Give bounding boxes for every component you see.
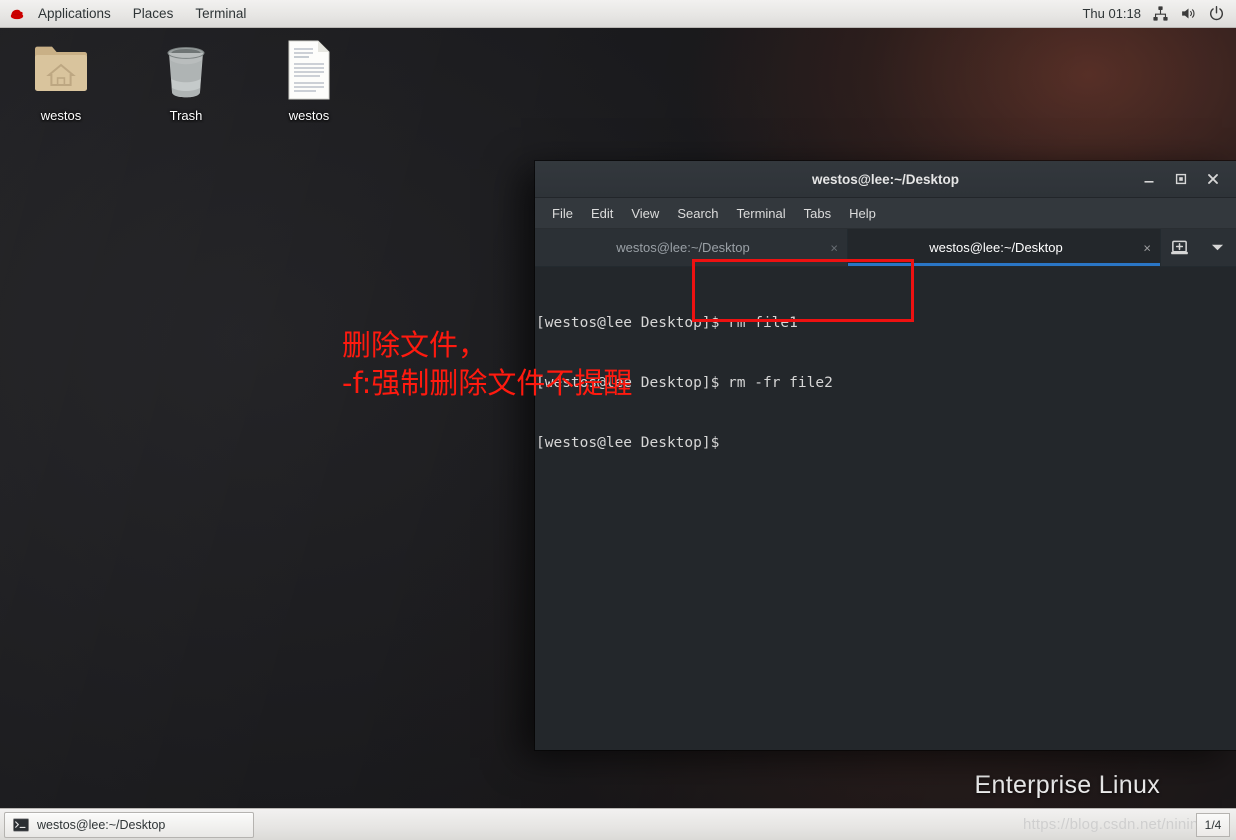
terminal-tab-label: westos@lee:~/Desktop [616,240,750,255]
top-panel: Applications Places Terminal Thu 01:18 [0,0,1236,28]
text-document-icon [261,36,357,104]
term-menu-help[interactable]: Help [840,198,885,229]
desktop-icon-label: westos [40,108,82,123]
redhat-logo-icon[interactable] [8,5,26,23]
terminal-output: [westos@lee Desktop]$ rm file1 [westos@l… [535,273,1228,493]
desktop-root: Enterprise Linux Applications Places Ter… [0,0,1236,840]
home-folder-icon [13,36,109,104]
tab-close-icon[interactable]: × [1143,241,1151,254]
terminal-body[interactable]: [westos@lee Desktop]$ rm file1 [westos@l… [535,267,1236,750]
panel-menu-terminal[interactable]: Terminal [184,0,257,28]
minimize-button[interactable] [1140,170,1158,188]
taskbar: westos@lee:~/Desktop https://blog.csdn.n… [0,808,1236,840]
maximize-button[interactable] [1172,170,1190,188]
terminal-line: [westos@lee Desktop]$ rm -fr file2 [536,375,833,391]
term-menu-search[interactable]: Search [668,198,727,229]
network-icon[interactable] [1152,5,1169,22]
taskbar-right-area: https://blog.csdn.net/ninini 1/4 [1023,812,1236,837]
workspace-switcher[interactable]: 1/4 [1196,812,1230,837]
taskbar-window-button[interactable]: westos@lee:~/Desktop [4,811,254,838]
terminal-icon [13,817,29,832]
desktop-icon-westos-document[interactable]: westos [261,36,357,123]
volume-icon[interactable] [1180,5,1197,22]
desktop-icon-label: Trash [169,108,203,123]
tab-close-icon[interactable]: × [830,241,838,254]
term-menu-edit[interactable]: Edit [582,198,622,229]
terminal-line: [westos@lee Desktop]$ rm file1 [536,315,798,331]
trash-icon [138,36,234,104]
term-menu-file[interactable]: File [543,198,582,229]
desktop-icon-trash[interactable]: Trash [138,36,234,123]
taskbar-window-label: westos@lee:~/Desktop [37,817,166,832]
watermark-text: https://blog.csdn.net/ninini [1022,815,1202,833]
term-menu-view[interactable]: View [622,198,668,229]
power-icon[interactable] [1208,5,1225,22]
chevron-down-icon[interactable] [1198,229,1236,266]
terminal-menubar: File Edit View Search Terminal Tabs Help [535,198,1236,229]
terminal-tab-label: westos@lee:~/Desktop [929,240,1063,255]
term-menu-terminal[interactable]: Terminal [728,198,795,229]
terminal-line: [westos@lee Desktop]$ [536,435,720,451]
panel-menu-places[interactable]: Places [122,0,185,28]
desktop-icon-westos-folder[interactable]: westos [13,36,109,123]
terminal-titlebar[interactable]: westos@lee:~/Desktop [535,161,1236,198]
close-button[interactable] [1204,170,1222,188]
terminal-tab-2[interactable]: westos@lee:~/Desktop × [848,229,1160,266]
panel-tray: Thu 01:18 [1082,5,1236,22]
desktop-icon-label: westos [288,108,330,123]
wallpaper-brand-text: Enterprise Linux [974,771,1160,799]
panel-clock[interactable]: Thu 01:18 [1082,6,1141,21]
terminal-tabbar: westos@lee:~/Desktop × westos@lee:~/Desk… [535,229,1236,267]
window-controls [1140,170,1236,188]
panel-menu-applications[interactable]: Applications [27,0,122,28]
term-menu-tabs[interactable]: Tabs [795,198,840,229]
terminal-tab-1[interactable]: westos@lee:~/Desktop × [535,229,848,266]
terminal-window-title: westos@lee:~/Desktop [811,171,960,187]
terminal-window: westos@lee:~/Desktop File Edit View Sear… [535,161,1236,750]
new-tab-icon[interactable] [1160,229,1198,266]
